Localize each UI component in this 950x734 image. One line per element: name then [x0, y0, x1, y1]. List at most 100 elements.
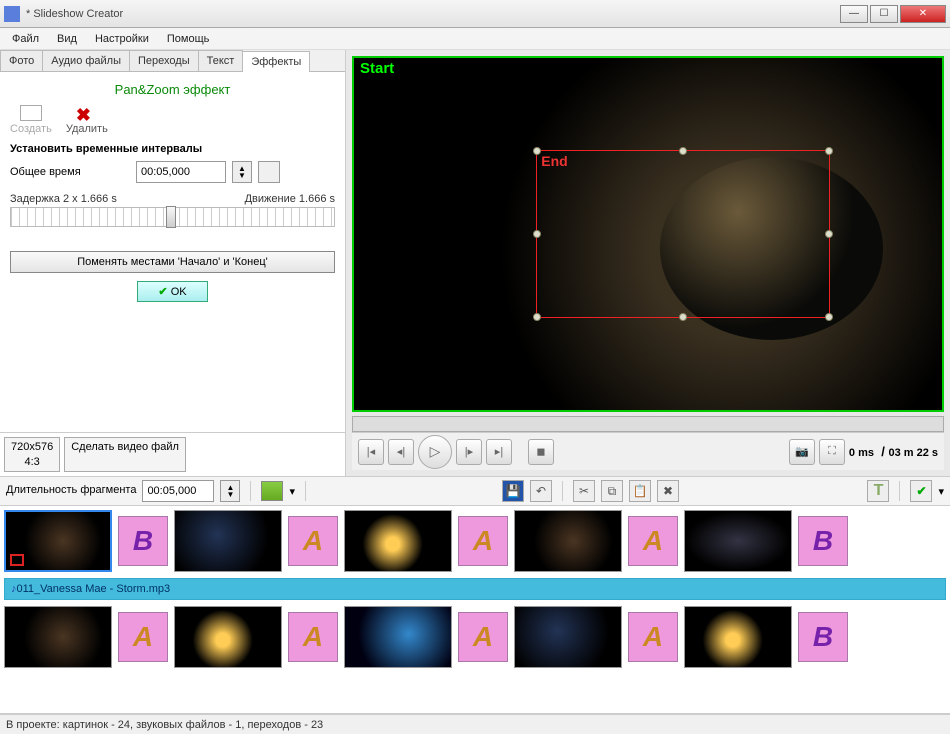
save-button[interactable]: 💾 — [502, 480, 524, 502]
transition-10[interactable]: B — [798, 612, 848, 662]
duration-spinner[interactable]: ▲▼ — [220, 480, 240, 502]
delete-effect-button[interactable]: ✖ Удалить — [66, 105, 108, 135]
start-frame-label: Start — [360, 60, 394, 77]
rectangle-icon — [20, 105, 42, 121]
copy-button[interactable]: ⧉ — [601, 480, 623, 502]
playback-bar: |◂ ◂| ▷ |▸ ▸| ◼ 📷 ⛶ 0 ms / 03 m 22 s — [352, 432, 944, 470]
preview-scrollbar[interactable] — [352, 416, 944, 432]
timeline-row-2: A A A A B — [4, 606, 946, 668]
window-title: * Slideshow Creator — [26, 8, 840, 20]
tab-effects[interactable]: Эффекты — [242, 51, 310, 72]
intervals-heading: Установить временные интервалы — [10, 143, 335, 155]
transition-4[interactable]: A — [628, 516, 678, 566]
swap-start-end-button[interactable]: Поменять местами 'Начало' и 'Конец' — [10, 251, 335, 273]
handle-ne[interactable] — [825, 147, 833, 155]
total-time-input[interactable] — [136, 161, 226, 183]
delete-label: Удалить — [66, 123, 108, 135]
apply-button[interactable]: ✔ — [910, 480, 932, 502]
handle-nw[interactable] — [533, 147, 541, 155]
aspect-value: 4:3 — [11, 455, 53, 469]
stop-button[interactable]: ◼ — [528, 439, 554, 465]
status-text: В проекте: картинок - 24, звуковых файло… — [6, 719, 323, 731]
maximize-button[interactable]: ☐ — [870, 5, 898, 23]
clip-1[interactable] — [4, 510, 112, 572]
transition-9[interactable]: A — [628, 612, 678, 662]
clip-2[interactable] — [174, 510, 282, 572]
clip-3[interactable] — [344, 510, 452, 572]
clip-5[interactable] — [684, 510, 792, 572]
delete-button[interactable]: ✖ — [657, 480, 679, 502]
clip-9[interactable] — [514, 606, 622, 668]
transition-3[interactable]: A — [458, 516, 508, 566]
resolution-box[interactable]: 720x576 4:3 — [4, 437, 60, 472]
handle-w[interactable] — [533, 230, 541, 238]
clip-4[interactable] — [514, 510, 622, 572]
menu-settings[interactable]: Настройки — [87, 31, 157, 47]
text-tool-button[interactable]: T — [867, 480, 889, 502]
clip-10[interactable] — [684, 606, 792, 668]
effects-panel: Pan&Zoom эффект Создать ✖ Удалить Устано… — [0, 72, 345, 432]
window-buttons: — ☐ ✕ — [840, 5, 946, 23]
create-label: Создать — [10, 123, 52, 135]
handle-n[interactable] — [679, 147, 687, 155]
left-panel: Фото Аудио файлы Переходы Текст Эффекты … — [0, 50, 346, 476]
end-frame-box[interactable]: End — [536, 150, 830, 319]
apply-dropdown-icon[interactable]: ▾ — [938, 485, 944, 498]
end-frame-label: End — [541, 153, 567, 169]
time-extra-button[interactable] — [258, 161, 280, 183]
goto-end-button[interactable]: ▸| — [486, 439, 512, 465]
titlebar: * Slideshow Creator — ☐ ✕ — [0, 0, 950, 28]
play-button[interactable]: ▷ — [418, 435, 452, 469]
slider-thumb[interactable] — [166, 206, 176, 228]
snapshot-button[interactable]: 📷 — [789, 439, 815, 465]
transition-7[interactable]: A — [288, 612, 338, 662]
delete-icon: ✖ — [76, 105, 98, 121]
next-frame-button[interactable]: |▸ — [456, 439, 482, 465]
clip-8[interactable] — [344, 606, 452, 668]
statusbar: В проекте: картинок - 24, звуковых файло… — [0, 714, 950, 734]
time-spinner[interactable]: ▲▼ — [232, 161, 252, 183]
transition-5[interactable]: B — [798, 516, 848, 566]
goto-start-button[interactable]: |◂ — [358, 439, 384, 465]
delay-label: Задержка 2 x 1.666 s — [10, 193, 117, 205]
preview-canvas[interactable]: Start End — [352, 56, 944, 412]
undo-button[interactable]: ↶ — [530, 480, 552, 502]
menu-file[interactable]: Файл — [4, 31, 47, 47]
audio-track[interactable]: ♪ 011_Vanessa Mae - Storm.mp3 — [4, 578, 946, 600]
duration-label: Длительность фрагмента — [6, 484, 136, 497]
ok-button[interactable]: OK — [137, 281, 207, 302]
close-button[interactable]: ✕ — [900, 5, 946, 23]
transition-2[interactable]: A — [288, 516, 338, 566]
clip-6[interactable] — [4, 606, 112, 668]
clip-7[interactable] — [174, 606, 282, 668]
fullscreen-button[interactable]: ⛶ — [819, 439, 845, 465]
prev-frame-button[interactable]: ◂| — [388, 439, 414, 465]
menu-view[interactable]: Вид — [49, 31, 85, 47]
transition-8[interactable]: A — [458, 612, 508, 662]
delay-motion-slider[interactable] — [10, 207, 335, 227]
cut-button[interactable]: ✂ — [573, 480, 595, 502]
timeline[interactable]: B A A A B ♪ 011_Vanessa Mae - Storm.mp3 … — [0, 506, 950, 714]
timeline-row-1: B A A A B — [4, 510, 946, 572]
tab-photo[interactable]: Фото — [0, 50, 43, 71]
tab-transitions[interactable]: Переходы — [129, 50, 199, 71]
menu-help[interactable]: Помощь — [159, 31, 218, 47]
preview-panel: Start End |◂ ◂| ▷ |▸ ▸| ◼ 📷 — [346, 50, 950, 476]
menubar: Файл Вид Настройки Помощь — [0, 28, 950, 50]
time-display: 0 ms / 03 m 22 s — [849, 444, 938, 459]
paste-button[interactable]: 📋 — [629, 480, 651, 502]
tab-text[interactable]: Текст — [198, 50, 244, 71]
face-thumbnail[interactable] — [261, 481, 283, 501]
dropdown-arrow-icon[interactable]: ▾ — [289, 485, 295, 498]
motion-label: Движение 1.666 s — [245, 193, 335, 205]
minimize-button[interactable]: — — [840, 5, 868, 23]
tab-audio[interactable]: Аудио файлы — [42, 50, 130, 71]
resolution-value: 720x576 — [11, 440, 53, 454]
create-effect-button[interactable]: Создать — [10, 105, 52, 135]
make-video-button[interactable]: Сделать видео файл — [64, 437, 186, 472]
left-footer: 720x576 4:3 Сделать видео файл — [0, 432, 345, 476]
transition-6[interactable]: A — [118, 612, 168, 662]
panzoom-indicator-icon — [10, 554, 24, 566]
fragment-duration-input[interactable] — [142, 480, 214, 502]
transition-1[interactable]: B — [118, 516, 168, 566]
